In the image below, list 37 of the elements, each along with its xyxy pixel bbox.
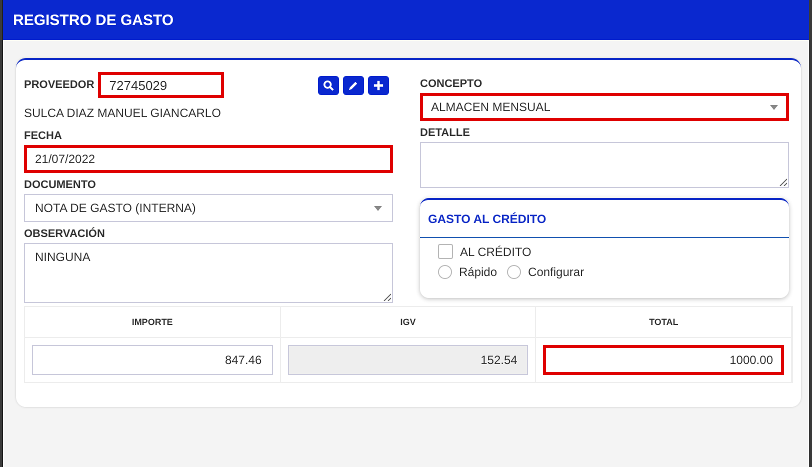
search-icon <box>323 80 334 90</box>
field-label: OBSERVACIÓN <box>24 228 106 240</box>
radio-button[interactable] <box>438 265 452 279</box>
panel-title: GASTO AL CRÉDITO <box>428 212 546 226</box>
resize-grip-icon <box>383 293 391 301</box>
checkbox-label: AL CRÉDITO <box>460 244 532 258</box>
resize-grip-icon <box>779 178 787 186</box>
input-field: 152.54 <box>288 345 528 375</box>
radio-label: Rápido <box>459 265 498 279</box>
column-header: TOTAL <box>536 307 792 338</box>
plus-icon <box>373 80 384 90</box>
input-field[interactable]: 21/07/2022 <box>24 145 393 173</box>
field-label: DETALLE <box>420 127 471 139</box>
field-label: PROVEEDOR <box>24 79 94 91</box>
text-area[interactable]: NINGUNA <box>24 243 393 303</box>
pencil-icon <box>348 80 359 90</box>
window-title: REGISTRO DE GASTO <box>13 12 174 28</box>
field-label: DOCUMENTO <box>24 179 97 191</box>
dropdown-field[interactable]: NOTA DE GASTO (INTERNA) <box>24 194 393 222</box>
dropdown-field[interactable]: ALMACEN MENSUAL <box>420 93 789 121</box>
radio-button[interactable] <box>507 265 522 279</box>
input-field[interactable]: 847.46 <box>32 345 273 375</box>
radio-label: Configurar <box>528 265 584 279</box>
checkbox[interactable] <box>438 244 453 259</box>
field-label: CONCEPTO <box>420 78 484 90</box>
text-area[interactable] <box>420 142 789 188</box>
column-header: IMPORTE <box>25 307 281 338</box>
field-label: FECHA <box>24 130 63 142</box>
input-field[interactable]: 1000.00 <box>543 345 784 375</box>
supplier-name: SULCA DIAZ MANUEL GIANCARLO <box>24 106 222 120</box>
caret-icon <box>770 104 778 110</box>
add-button[interactable] <box>368 76 389 94</box>
caret-icon <box>374 206 382 210</box>
column-header: IGV <box>280 307 536 338</box>
input-field[interactable]: 72745029 <box>98 72 224 98</box>
edit-button[interactable] <box>343 76 364 94</box>
search-button[interactable] <box>318 76 339 94</box>
